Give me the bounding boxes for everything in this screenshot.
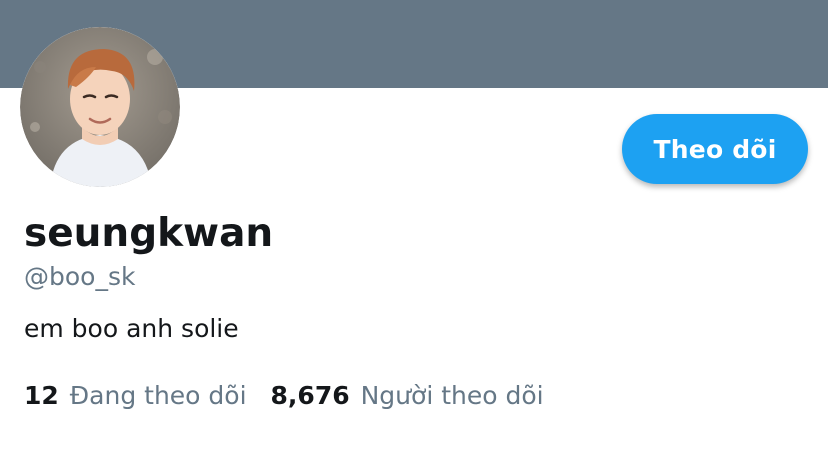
- profile-avatar[interactable]: [20, 27, 180, 187]
- profile-page: Theo dõi seungkwan @boo_sk em boo anh so…: [0, 0, 828, 460]
- followers-count: 8,676: [270, 381, 350, 410]
- followers-stat[interactable]: 8,676 Người theo dõi: [271, 380, 544, 412]
- following-stat[interactable]: 12 Đang theo dõi: [24, 380, 247, 412]
- user-handle: @boo_sk: [24, 262, 136, 291]
- profile-bio: em boo anh solie: [24, 314, 239, 343]
- following-count: 12: [24, 381, 59, 410]
- followers-label: Người theo dõi: [360, 381, 544, 410]
- profile-stats: 12 Đang theo dõi 8,676 Người theo dõi: [24, 380, 568, 412]
- following-label: Đang theo dõi: [69, 381, 247, 410]
- follow-button[interactable]: Theo dõi: [622, 114, 808, 184]
- avatar-photo: [20, 27, 180, 187]
- display-name: seungkwan: [24, 211, 274, 256]
